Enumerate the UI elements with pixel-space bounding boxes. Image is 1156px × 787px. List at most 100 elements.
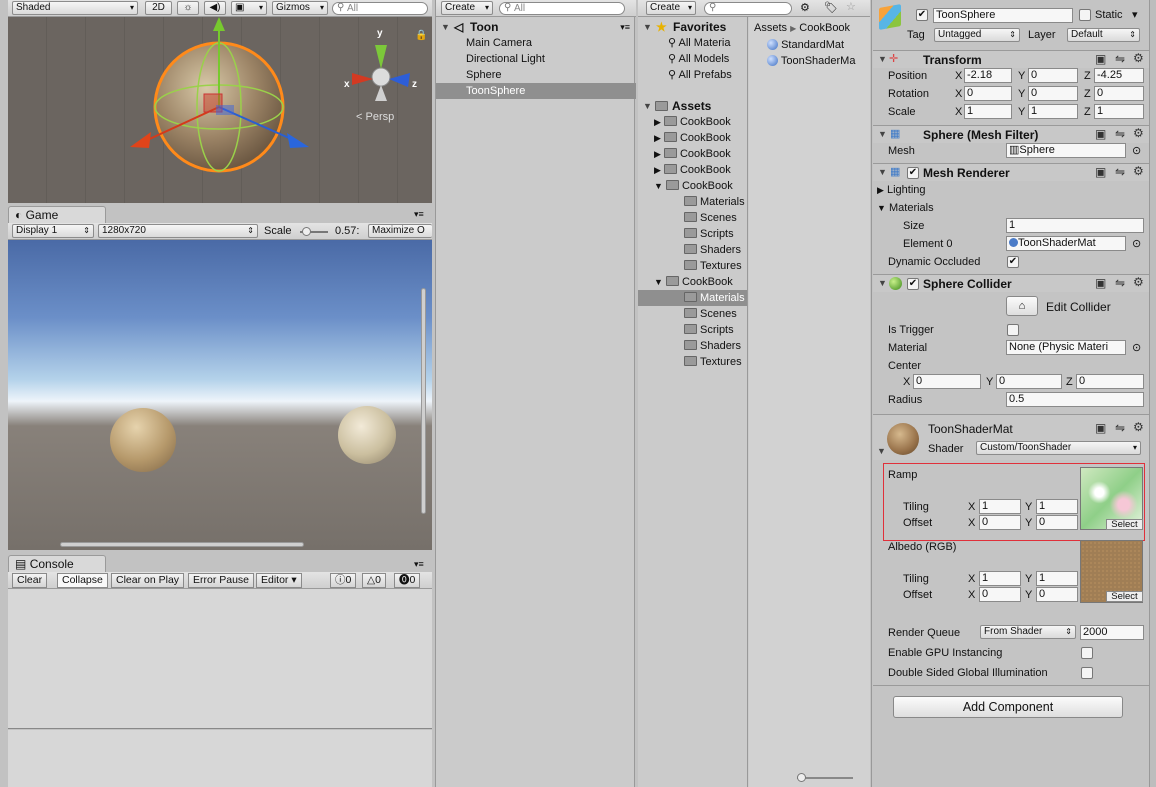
center-x-field[interactable]: 0 bbox=[913, 374, 981, 389]
folder-item[interactable]: ▶ CookBook bbox=[654, 162, 747, 178]
console-panel-menu-icon[interactable]: ▾≡ bbox=[414, 559, 424, 570]
lighting-foldout[interactable]: ▶ Lighting bbox=[877, 183, 926, 197]
transform-header[interactable]: ▼ ✛ Transform ▣ ⇋ ⚙ bbox=[873, 50, 1149, 68]
mesh-field[interactable]: ▥Sphere bbox=[1006, 143, 1126, 158]
static-dropdown-icon[interactable]: ▾ bbox=[1132, 8, 1138, 22]
persp-label[interactable]: < Persp bbox=[356, 111, 394, 123]
star-icon[interactable]: ☆ bbox=[846, 0, 856, 13]
albedo-offset-y-field[interactable]: 0 bbox=[1036, 587, 1078, 602]
audio-toggle-icon[interactable]: ◀) bbox=[204, 1, 226, 15]
position-y-field[interactable]: 0 bbox=[1028, 68, 1078, 83]
filter-by-label-icon[interactable]: 🏷 bbox=[824, 1, 838, 14]
mesh-renderer-enabled-checkbox[interactable]: ✔ bbox=[907, 167, 919, 179]
object-picker-icon[interactable]: ⊙ bbox=[1132, 144, 1141, 158]
scene-view[interactable]: Shaded ▾ 2D ☼ ◀) ▣ ▾ Gizmos ▾ ⚲ All y x … bbox=[8, 0, 432, 203]
preset-icon[interactable]: ⇋ bbox=[1115, 52, 1125, 66]
assets-header[interactable]: ▼ Assets bbox=[638, 98, 747, 114]
center-z-field[interactable]: 0 bbox=[1076, 374, 1144, 389]
sphere-collider-header[interactable]: ▼ ✔ Sphere Collider ▣ ⇋ ⚙ bbox=[873, 274, 1149, 292]
hierarchy-item[interactable]: Sphere bbox=[436, 67, 636, 83]
ramp-offset-x-field[interactable]: 0 bbox=[979, 515, 1021, 530]
2d-toggle[interactable]: 2D bbox=[145, 1, 172, 15]
folder-item-selected[interactable]: Materials bbox=[638, 290, 747, 306]
preset-icon[interactable]: ⇋ bbox=[1115, 165, 1125, 179]
materials-size-field[interactable]: 1 bbox=[1006, 218, 1144, 233]
gpu-instancing-checkbox[interactable] bbox=[1081, 647, 1093, 659]
console-error-pause-button[interactable]: Error Pause bbox=[188, 573, 255, 588]
console-clear-button[interactable]: Clear bbox=[12, 573, 48, 588]
center-y-field[interactable]: 0 bbox=[996, 374, 1062, 389]
scale-z-field[interactable]: 1 bbox=[1094, 104, 1144, 119]
help-icon[interactable]: ▣ bbox=[1095, 52, 1106, 66]
albedo-tiling-y-field[interactable]: 1 bbox=[1036, 571, 1078, 586]
game-horizontal-scrollbar[interactable] bbox=[60, 542, 304, 547]
hierarchy-item[interactable]: Directional Light bbox=[436, 51, 636, 67]
lighting-toggle-icon[interactable]: ☼ bbox=[177, 1, 199, 15]
folder-item[interactable]: Scripts bbox=[684, 322, 747, 338]
object-picker-icon[interactable]: ⊙ bbox=[1132, 341, 1141, 355]
inspector-scrollbar[interactable] bbox=[1149, 0, 1156, 787]
console-clear-on-play-button[interactable]: Clear on Play bbox=[111, 573, 185, 588]
gameobject-active-checkbox[interactable]: ✔ bbox=[916, 9, 928, 21]
tag-dropdown[interactable]: Untagged ⇕ bbox=[934, 28, 1020, 42]
ramp-select-button[interactable]: Select bbox=[1106, 519, 1143, 530]
folder-item[interactable]: ▶ CookBook bbox=[654, 146, 747, 162]
tab-console[interactable]: ▤ Console bbox=[8, 555, 106, 572]
folder-item[interactable]: ▼ CookBook bbox=[654, 178, 747, 194]
console-editor-dropdown[interactable]: Editor ▾ bbox=[256, 573, 302, 588]
ramp-tiling-y-field[interactable]: 1 bbox=[1036, 499, 1078, 514]
help-icon[interactable]: ▣ bbox=[1095, 421, 1106, 435]
shading-mode-dropdown[interactable]: Shaded ▾ bbox=[12, 1, 138, 15]
project-create-dropdown[interactable]: Create ▾ bbox=[646, 1, 696, 15]
hierarchy-create-dropdown[interactable]: Create ▾ bbox=[441, 1, 493, 15]
layer-dropdown[interactable]: Default ⇕ bbox=[1067, 28, 1140, 42]
hierarchy-scene-row[interactable]: ▼ ◁ Toon ▾≡ bbox=[436, 19, 636, 35]
folder-item[interactable]: Textures bbox=[684, 354, 747, 370]
console-error-toggle[interactable]: ⓿0 bbox=[394, 573, 421, 588]
icon-size-slider[interactable] bbox=[797, 773, 853, 782]
folder-item[interactable]: ▼ CookBook bbox=[654, 274, 747, 290]
rotation-y-field[interactable]: 0 bbox=[1028, 86, 1078, 101]
ramp-offset-y-field[interactable]: 0 bbox=[1036, 515, 1078, 530]
folder-item[interactable]: Shaders bbox=[684, 242, 747, 258]
position-x-field[interactable]: -2.18 bbox=[964, 68, 1012, 83]
double-sided-gi-checkbox[interactable] bbox=[1081, 667, 1093, 679]
mesh-filter-header[interactable]: ▼ ▦ Sphere (Mesh Filter) ▣ ⇋ ⚙ bbox=[873, 125, 1149, 143]
folder-item[interactable]: Scenes bbox=[684, 306, 747, 322]
is-trigger-checkbox[interactable] bbox=[1007, 324, 1019, 336]
scale-x-field[interactable]: 1 bbox=[964, 104, 1012, 119]
render-queue-field[interactable]: 2000 bbox=[1080, 625, 1144, 640]
scale-slider[interactable] bbox=[300, 227, 328, 236]
gear-icon[interactable]: ⚙ bbox=[1133, 126, 1144, 140]
breadcrumb-item[interactable]: CookBook bbox=[799, 22, 850, 34]
console-collapse-button[interactable]: Collapse bbox=[57, 573, 108, 588]
project-search-input[interactable]: ⚲ bbox=[704, 2, 792, 15]
favorite-item[interactable]: ⚲ All Models bbox=[668, 51, 747, 67]
static-checkbox[interactable] bbox=[1079, 9, 1091, 21]
edit-collider-button[interactable]: ⌂ bbox=[1006, 296, 1038, 316]
scale-y-field[interactable]: 1 bbox=[1028, 104, 1078, 119]
resolution-dropdown[interactable]: 1280x720 ⇕ bbox=[98, 224, 258, 238]
breadcrumb-item[interactable]: Assets bbox=[754, 22, 787, 34]
albedo-offset-x-field[interactable]: 0 bbox=[979, 587, 1021, 602]
albedo-tiling-x-field[interactable]: 1 bbox=[979, 571, 1021, 586]
display-dropdown[interactable]: Display 1 ⇕ bbox=[12, 224, 94, 238]
scene-menu-icon[interactable]: ▾≡ bbox=[620, 19, 630, 35]
help-icon[interactable]: ▣ bbox=[1095, 127, 1106, 141]
filter-by-type-icon[interactable]: ⚙ bbox=[800, 1, 810, 14]
tab-game[interactable]: ◐ Game bbox=[8, 206, 106, 223]
gear-icon[interactable]: ⚙ bbox=[1133, 164, 1144, 178]
add-component-button[interactable]: Add Component bbox=[893, 696, 1123, 718]
mesh-renderer-header[interactable]: ▼ ▦ ✔ Mesh Renderer ▣ ⇋ ⚙ bbox=[873, 163, 1149, 181]
console-warn-toggle[interactable]: △0 bbox=[362, 573, 386, 588]
game-vertical-scrollbar[interactable] bbox=[421, 288, 426, 514]
folder-item[interactable]: ▶ CookBook bbox=[654, 114, 747, 130]
preset-icon[interactable]: ⇋ bbox=[1115, 421, 1125, 435]
gear-icon[interactable]: ⚙ bbox=[1133, 51, 1144, 65]
asset-file-item[interactable]: StandardMat bbox=[767, 37, 870, 53]
ramp-tiling-x-field[interactable]: 1 bbox=[979, 499, 1021, 514]
preset-icon[interactable]: ⇋ bbox=[1115, 127, 1125, 141]
orientation-gizmo[interactable] bbox=[352, 45, 410, 101]
asset-file-item[interactable]: ToonShaderMa bbox=[767, 53, 870, 69]
dynamic-occluded-checkbox[interactable]: ✔ bbox=[1007, 256, 1019, 268]
